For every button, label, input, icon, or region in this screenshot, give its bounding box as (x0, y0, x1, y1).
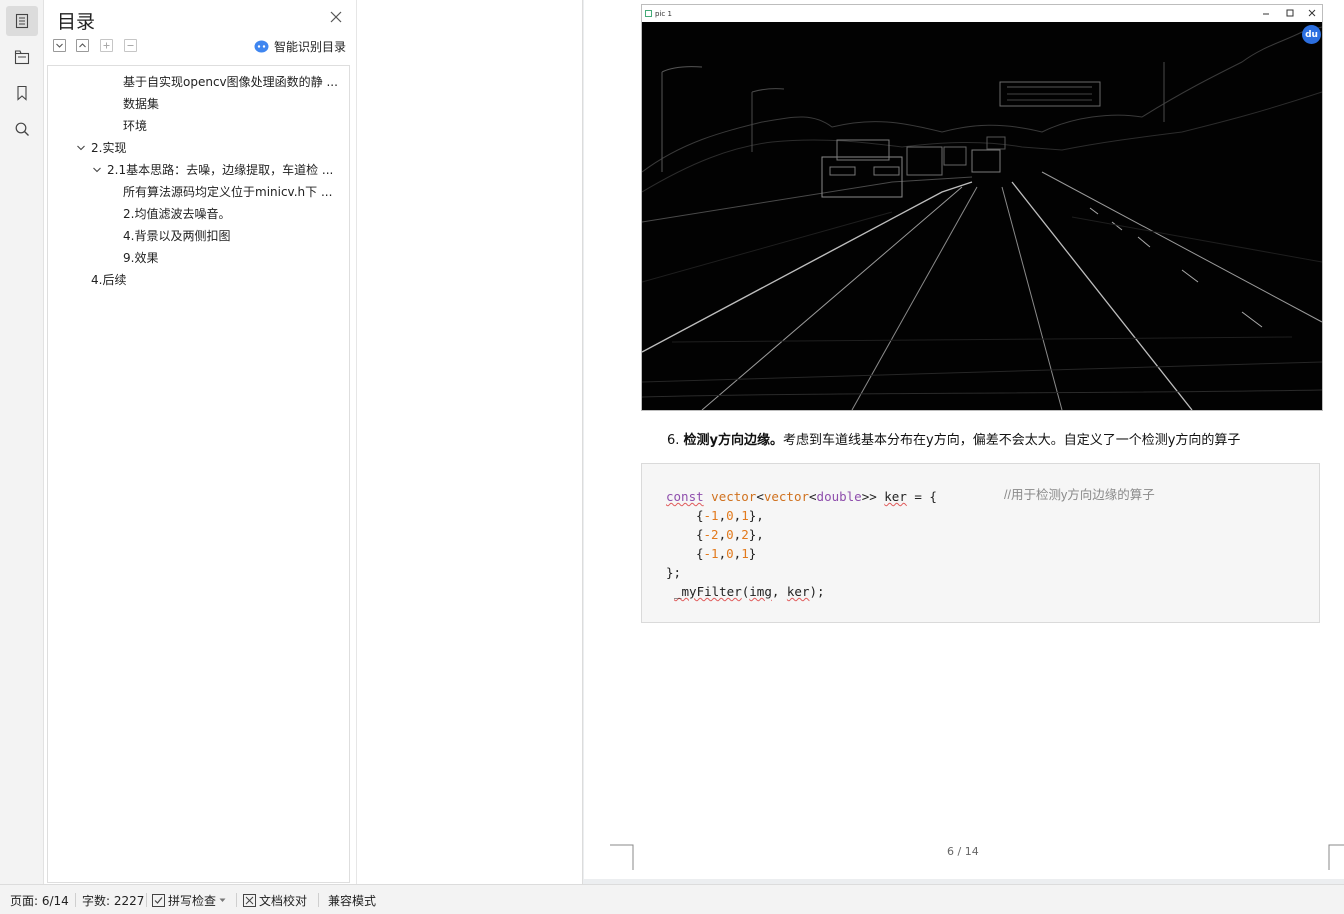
chevron-up-icon (79, 43, 86, 48)
toc-item[interactable]: 4.后续 (91, 272, 126, 288)
step-text: 考虑到车道线基本分布在y方向，偏差不会太大。自定义了一个检测y方向的算子 (783, 433, 1241, 448)
document-margin (357, 0, 583, 884)
proofread-button[interactable]: 文档校对 (243, 892, 307, 909)
toc-list: 基于自实现opencv图像处理函数的静 ... 数据集 环境 2.实现 2.1基… (47, 65, 350, 883)
image-window-titlebar: pic 1 (642, 5, 1322, 22)
maximize-icon (1286, 9, 1294, 17)
search-icon (15, 122, 29, 136)
minus-icon (127, 45, 134, 46)
code-comment: //用于检测y方向边缘的算子 (1004, 488, 1155, 502)
toc-item[interactable]: 数据集 (123, 96, 159, 112)
toc-title: 目录 (57, 11, 96, 33)
close-icon (1308, 9, 1316, 17)
remove-heading-button[interactable] (124, 39, 137, 52)
navigation-pane-button[interactable] (6, 42, 38, 72)
code-block: const vector<vector<double>> ker = { //用… (641, 463, 1320, 623)
divider (236, 893, 237, 907)
close-icon[interactable] (330, 11, 342, 23)
spell-check-label: 拼写检查 (168, 894, 217, 908)
chevron-down-icon[interactable] (76, 143, 86, 153)
toc-item[interactable]: 2.实现 (91, 140, 126, 156)
dropdown-arrow-icon (219, 898, 226, 902)
search-button[interactable] (6, 114, 38, 144)
ai-robot-icon (254, 40, 269, 53)
toc-panel-button[interactable] (6, 6, 38, 36)
page-corner-mark (610, 844, 634, 870)
expand-all-button[interactable] (76, 39, 89, 52)
divider (75, 893, 76, 907)
step-number: 6. (667, 433, 680, 448)
app-icon (645, 10, 652, 17)
outline-icon (15, 13, 29, 29)
toc-item[interactable]: 环境 (123, 118, 147, 134)
image-window-title: pic 1 (655, 10, 672, 18)
toc-item[interactable]: 所有算法源码均定义位于minicv.h下 ... (123, 184, 343, 200)
code-line: }; (666, 565, 682, 580)
step-paragraph: 6. 检测y方向边缘。考虑到车道线基本分布在y方向，偏差不会太大。自定义了一个检… (667, 429, 1240, 448)
side-rail (0, 0, 44, 884)
page-corner-mark (1328, 844, 1344, 870)
toc-item[interactable]: 9.效果 (123, 250, 158, 266)
toc-item[interactable]: 基于自实现opencv图像处理函数的静 ... (123, 74, 343, 90)
bookmark-button[interactable] (6, 78, 38, 108)
compat-mode-label[interactable]: 兼容模式 (328, 892, 376, 909)
code-line: {-1,0,1} (696, 546, 757, 561)
road-edge-picture (642, 22, 1322, 410)
minimize-icon (1263, 13, 1269, 15)
proofread-icon (243, 894, 256, 907)
chevron-down-icon[interactable] (92, 165, 102, 175)
divider (318, 893, 319, 907)
proofread-label: 文档校对 (259, 894, 308, 908)
toc-panel: 目录 智能识别目录 基于自实现opencv图像处理函数的静 ... 数据集 环境… (44, 0, 357, 884)
chevron-down-icon (56, 43, 63, 48)
smart-toc-button[interactable]: 智能识别目录 (254, 38, 346, 55)
smart-toc-label: 智能识别目录 (274, 40, 347, 54)
step-heading: 检测y方向边缘。 (683, 433, 784, 448)
code-line: _myFilter(img, ker); (674, 584, 825, 599)
word-count[interactable]: 字数: 2227 (82, 892, 144, 909)
code-line: {-2,0,2}, (696, 527, 764, 542)
divider (146, 893, 147, 907)
code-line: {-1,0,1}, (696, 508, 764, 523)
checkbox-icon (152, 894, 165, 907)
page-number: 6 / 14 (947, 845, 979, 858)
toc-item[interactable]: 2.1基本思路：去噪，边缘提取，车道检 ... (107, 162, 343, 178)
document-page: pic 1 du 6. 检测y方向边缘。考虑到车道线基本分布在y方向，偏差不会太… (584, 0, 1344, 879)
page-indicator[interactable]: 页面: 6/14 (10, 892, 69, 909)
embedded-image: pic 1 du (641, 4, 1323, 411)
spell-check-button[interactable]: 拼写检查 (152, 892, 226, 909)
code-line: const vector<vector<double>> ker = { (666, 489, 937, 504)
bookmark-icon (17, 85, 27, 101)
add-heading-button[interactable] (100, 39, 113, 52)
toc-item[interactable]: 2.均值滤波去噪音。 (123, 206, 230, 222)
collapse-all-button[interactable] (53, 39, 66, 52)
status-bar: 页面: 6/14 字数: 2227 拼写检查 文档校对 兼容模式 (0, 884, 1344, 914)
toc-item[interactable]: 4.背景以及两侧扣图 (123, 228, 230, 244)
du-badge-icon[interactable]: du (1302, 25, 1321, 44)
edge-detection-image (642, 22, 1322, 410)
plus-icon (103, 42, 110, 49)
folder-tree-icon (14, 50, 30, 65)
